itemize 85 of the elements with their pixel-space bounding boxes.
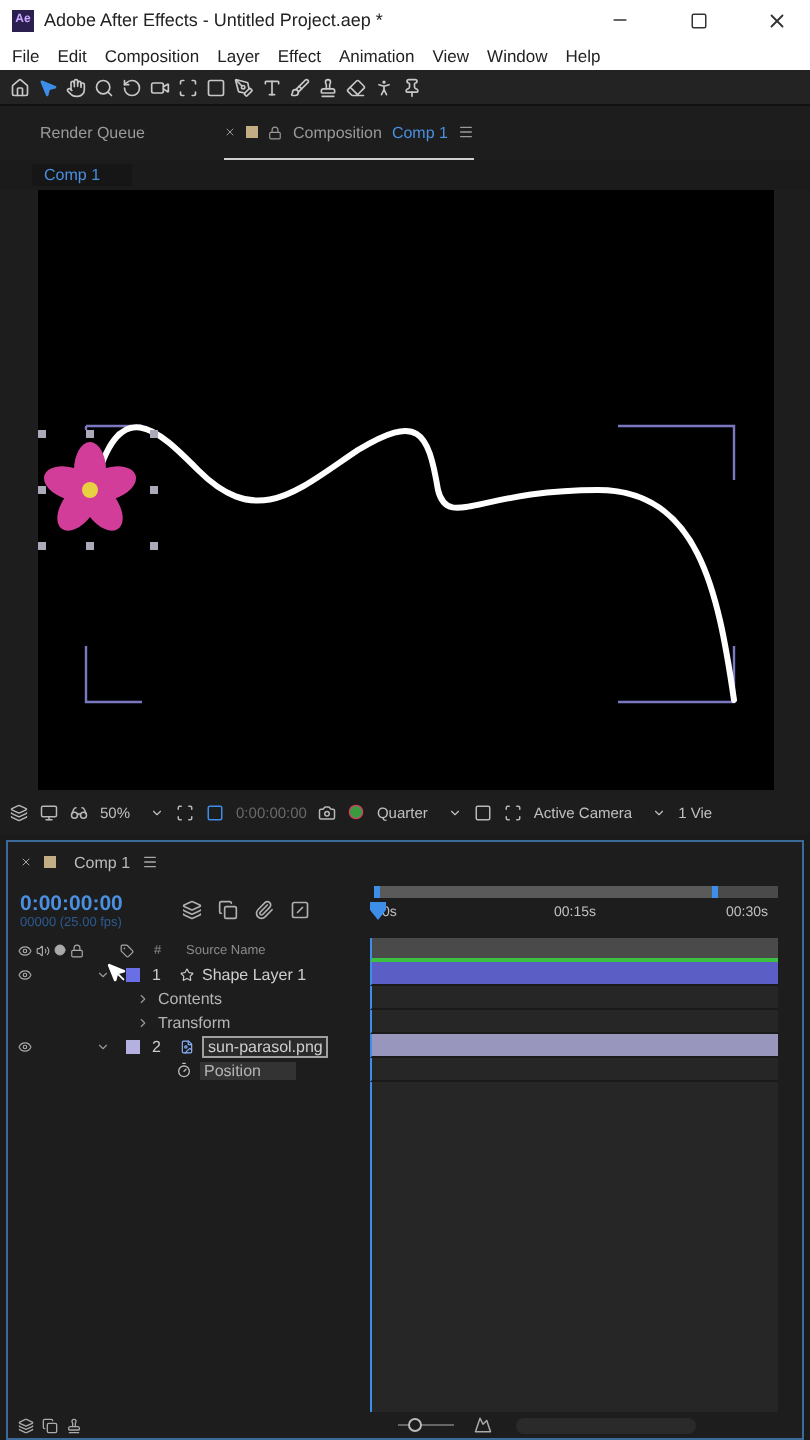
property-name[interactable]: Contents <box>158 989 223 1007</box>
menu-item[interactable]: Help <box>565 45 601 65</box>
color-swatch <box>44 856 56 868</box>
clip-icon[interactable] <box>254 900 275 920</box>
time-navigator-bar[interactable] <box>370 938 778 962</box>
property-name[interactable]: Transform <box>158 1013 231 1031</box>
stamp-icon[interactable] <box>318 77 338 97</box>
layers-icon[interactable] <box>18 1417 34 1433</box>
eraser-icon[interactable] <box>346 77 366 97</box>
menu-item[interactable]: Edit <box>57 45 87 65</box>
pen-icon[interactable] <box>234 77 254 97</box>
tab-label: Composition <box>292 123 382 141</box>
menu-icon[interactable] <box>142 854 159 870</box>
eye-icon[interactable] <box>18 943 32 957</box>
file-icon <box>180 1039 194 1053</box>
stopwatch-icon[interactable] <box>176 1062 192 1078</box>
timeline-tab[interactable]: Comp 1 <box>74 853 131 871</box>
color-channels-icon[interactable] <box>348 804 365 820</box>
layers-icon[interactable] <box>10 803 28 821</box>
color-swatch <box>246 126 259 138</box>
caret-icon <box>150 805 165 819</box>
label-icon[interactable] <box>120 943 134 957</box>
menu-item[interactable]: Effect <box>277 45 321 65</box>
layer-name[interactable]: Shape Layer 1 <box>202 965 307 983</box>
comp-name: Comp 1 <box>391 123 448 141</box>
glasses-icon[interactable] <box>70 803 88 821</box>
current-time[interactable]: 0:00:00:00 <box>20 891 123 915</box>
lock-icon[interactable] <box>70 943 84 957</box>
graph-icon[interactable] <box>290 900 311 920</box>
mountain-icon[interactable] <box>474 1416 492 1434</box>
monitor-icon[interactable] <box>40 803 58 821</box>
slider-thumb[interactable] <box>408 1418 423 1432</box>
menu-item[interactable]: Animation <box>338 45 415 65</box>
cursor-icon <box>106 962 128 984</box>
close-icon[interactable] <box>765 9 787 31</box>
caret-icon <box>652 805 667 819</box>
playhead-icon[interactable] <box>370 902 386 922</box>
type-icon[interactable] <box>262 77 282 97</box>
layer-name-field[interactable]: sun-parasol.png <box>202 1035 329 1057</box>
composition-viewer[interactable] <box>37 190 773 790</box>
stamp-icon[interactable] <box>66 1417 82 1433</box>
region-icon[interactable] <box>473 803 492 821</box>
flower-drawing <box>37 430 157 550</box>
copy-icon[interactable] <box>218 900 239 920</box>
lock-icon[interactable] <box>268 125 283 139</box>
close-icon[interactable] <box>20 856 32 868</box>
hand-icon[interactable] <box>66 77 86 97</box>
label-swatch[interactable] <box>126 1039 140 1053</box>
comp-breadcrumb[interactable]: Comp 1 <box>32 164 133 186</box>
panel-tab[interactable]: Render Queue <box>40 106 145 160</box>
figure-icon[interactable] <box>374 77 394 97</box>
mask-icon[interactable] <box>206 803 225 821</box>
layer-number: 1 <box>152 965 163 983</box>
menu-item[interactable]: Window <box>487 45 548 65</box>
camera-icon[interactable] <box>318 803 337 821</box>
eye-icon[interactable] <box>18 967 32 981</box>
pin-icon[interactable] <box>402 77 422 97</box>
caret-icon <box>447 805 462 819</box>
home-icon[interactable] <box>10 77 30 97</box>
camera-icon[interactable] <box>150 77 170 97</box>
window-title: Adobe After Effects - Untitled Project.aep * <box>44 10 385 30</box>
eye-icon[interactable] <box>18 1039 32 1053</box>
star-icon <box>180 967 194 981</box>
twirl-icon[interactable] <box>96 967 110 981</box>
menu-item[interactable]: Layer <box>217 45 260 65</box>
composition-tab[interactable]: Composition Comp 1 <box>224 106 474 160</box>
menu-item[interactable]: File <box>12 45 40 65</box>
property-name[interactable]: Position <box>200 1061 297 1079</box>
rotate-icon[interactable] <box>122 77 142 97</box>
menu-item[interactable]: Composition <box>104 45 200 65</box>
label-swatch[interactable] <box>126 967 140 981</box>
audio-icon[interactable] <box>36 943 50 957</box>
brush-icon[interactable] <box>290 77 310 97</box>
square-icon[interactable] <box>206 77 226 97</box>
maximize-icon[interactable] <box>689 11 707 29</box>
menu-icon[interactable] <box>457 124 474 140</box>
menu-item[interactable]: View <box>432 45 470 65</box>
twirl-icon[interactable] <box>96 1039 110 1053</box>
close-icon[interactable] <box>224 126 237 138</box>
arrow-icon[interactable] <box>38 77 58 97</box>
search-icon[interactable] <box>94 77 114 97</box>
solo-icon[interactable] <box>54 943 66 955</box>
copy-icon[interactable] <box>42 1417 58 1433</box>
layer-number: 2 <box>152 1037 163 1055</box>
layers-icon[interactable] <box>182 900 203 920</box>
